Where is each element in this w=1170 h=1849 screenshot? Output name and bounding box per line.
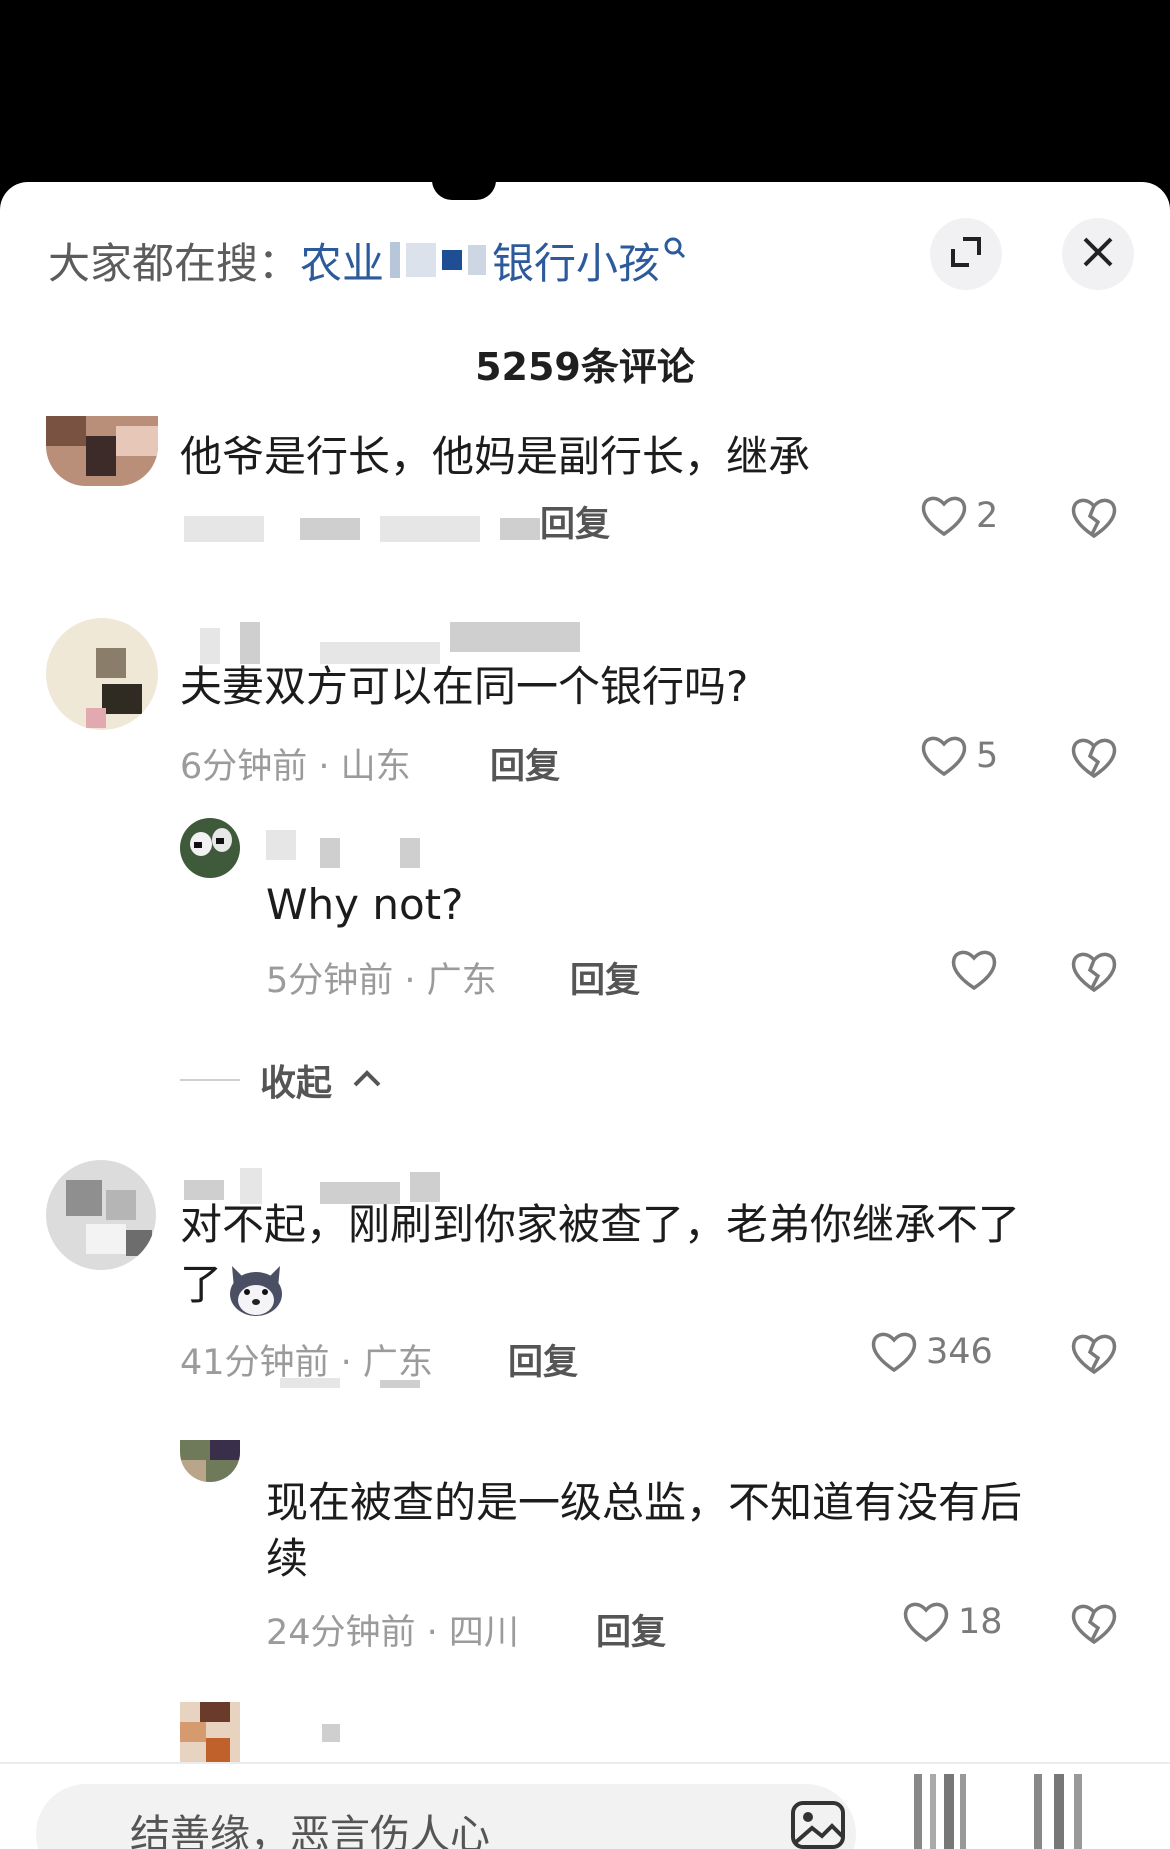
- collapse-replies-button[interactable]: 收起: [180, 1054, 382, 1106]
- reply-button[interactable]: 回复: [570, 952, 640, 1003]
- broken-heart-icon: [1071, 1334, 1117, 1375]
- reply-meta: 24分钟前 · 四川: [266, 1613, 519, 1653]
- avatar[interactable]: [180, 1702, 240, 1762]
- reply-meta: 5分钟前 · 广东: [266, 961, 497, 1001]
- heart-icon: [921, 496, 967, 537]
- emoji-icon[interactable]: [910, 1774, 970, 1849]
- avatar[interactable]: [46, 618, 158, 730]
- like-count: 2: [976, 496, 999, 536]
- chevron-up-icon: [352, 1068, 382, 1092]
- trending-search-term-suffix[interactable]: 银行小孩: [492, 230, 660, 291]
- heart-icon: [921, 736, 967, 777]
- comment-text: 他爷是行长，他妈是副行长，继承: [180, 432, 811, 481]
- like-button[interactable]: 18: [902, 1600, 1003, 1644]
- collapse-divider: [180, 1079, 240, 1081]
- heart-icon: [951, 950, 997, 991]
- heart-icon: [903, 1602, 949, 1643]
- husky-emoji-icon: [226, 1262, 286, 1318]
- expand-button[interactable]: [930, 218, 1002, 290]
- close-button[interactable]: [1062, 218, 1134, 290]
- trending-search-label: 大家都在搜：: [48, 238, 301, 288]
- collapse-label: 收起: [260, 1063, 333, 1104]
- drag-handle[interactable]: [432, 182, 496, 200]
- reply-button[interactable]: 回复: [490, 738, 560, 789]
- reply-button[interactable]: 回复: [508, 1334, 578, 1385]
- dislike-button[interactable]: [1070, 496, 1118, 544]
- avatar[interactable]: [180, 1440, 240, 1482]
- comment-text-line-1: 对不起，刚刷到你家被查了，老弟你继承不了: [180, 1200, 1021, 1249]
- dislike-button[interactable]: [1070, 1602, 1118, 1650]
- comment-meta: 6分钟前 · 山东: [180, 747, 411, 787]
- dislike-button[interactable]: [1070, 1332, 1118, 1380]
- reply-button[interactable]: 回复: [540, 496, 610, 547]
- broken-heart-icon: [1071, 498, 1117, 539]
- close-icon: [1082, 236, 1114, 272]
- image-icon[interactable]: [790, 1800, 846, 1849]
- search-icon: [664, 237, 686, 270]
- dislike-button[interactable]: [1070, 950, 1118, 998]
- reply-button[interactable]: 回复: [596, 1604, 666, 1655]
- reply-text: Why not?: [266, 880, 464, 929]
- comments-panel: 大家都在搜： 农业 银行小孩 5259条评论 他爷是行长，他妈是副行长，继承 回…: [0, 182, 1170, 1849]
- like-button[interactable]: 5: [920, 734, 998, 778]
- dislike-button[interactable]: [1070, 736, 1118, 784]
- avatar[interactable]: [180, 818, 240, 878]
- avatar[interactable]: [46, 1160, 156, 1270]
- like-button[interactable]: [950, 948, 1006, 992]
- trending-search-term-prefix[interactable]: 农业: [300, 230, 384, 291]
- broken-heart-icon: [1071, 952, 1117, 993]
- like-button[interactable]: 346: [870, 1330, 993, 1374]
- comment-text: 夫妻双方可以在同一个银行吗?: [180, 662, 749, 711]
- comment-count-title: 5259条评论: [475, 345, 695, 389]
- trending-search-bar[interactable]: 大家都在搜： 农业 银行小孩: [48, 230, 686, 290]
- heart-icon: [871, 1332, 917, 1373]
- reply-text-line-1: 现在被查的是一级总监，不知道有没有后: [266, 1478, 1023, 1527]
- comment-input-placeholder: 结善缘，恶言伤人心: [130, 1812, 490, 1849]
- like-count: 18: [958, 1602, 1003, 1642]
- comment-text-line-2: 了: [180, 1260, 223, 1309]
- at-mention-icon[interactable]: [1030, 1774, 1090, 1849]
- censored-text: [390, 242, 487, 278]
- broken-heart-icon: [1071, 738, 1117, 779]
- broken-heart-icon: [1071, 1604, 1117, 1645]
- avatar[interactable]: [46, 416, 158, 486]
- reply-text-line-2: 续: [266, 1534, 309, 1583]
- expand-icon: [949, 235, 983, 273]
- comment-input-bar: 结善缘，恶言伤人心: [0, 1762, 1170, 1849]
- like-count: 346: [926, 1332, 993, 1372]
- like-button[interactable]: 2: [920, 494, 998, 538]
- like-count: 5: [976, 736, 999, 776]
